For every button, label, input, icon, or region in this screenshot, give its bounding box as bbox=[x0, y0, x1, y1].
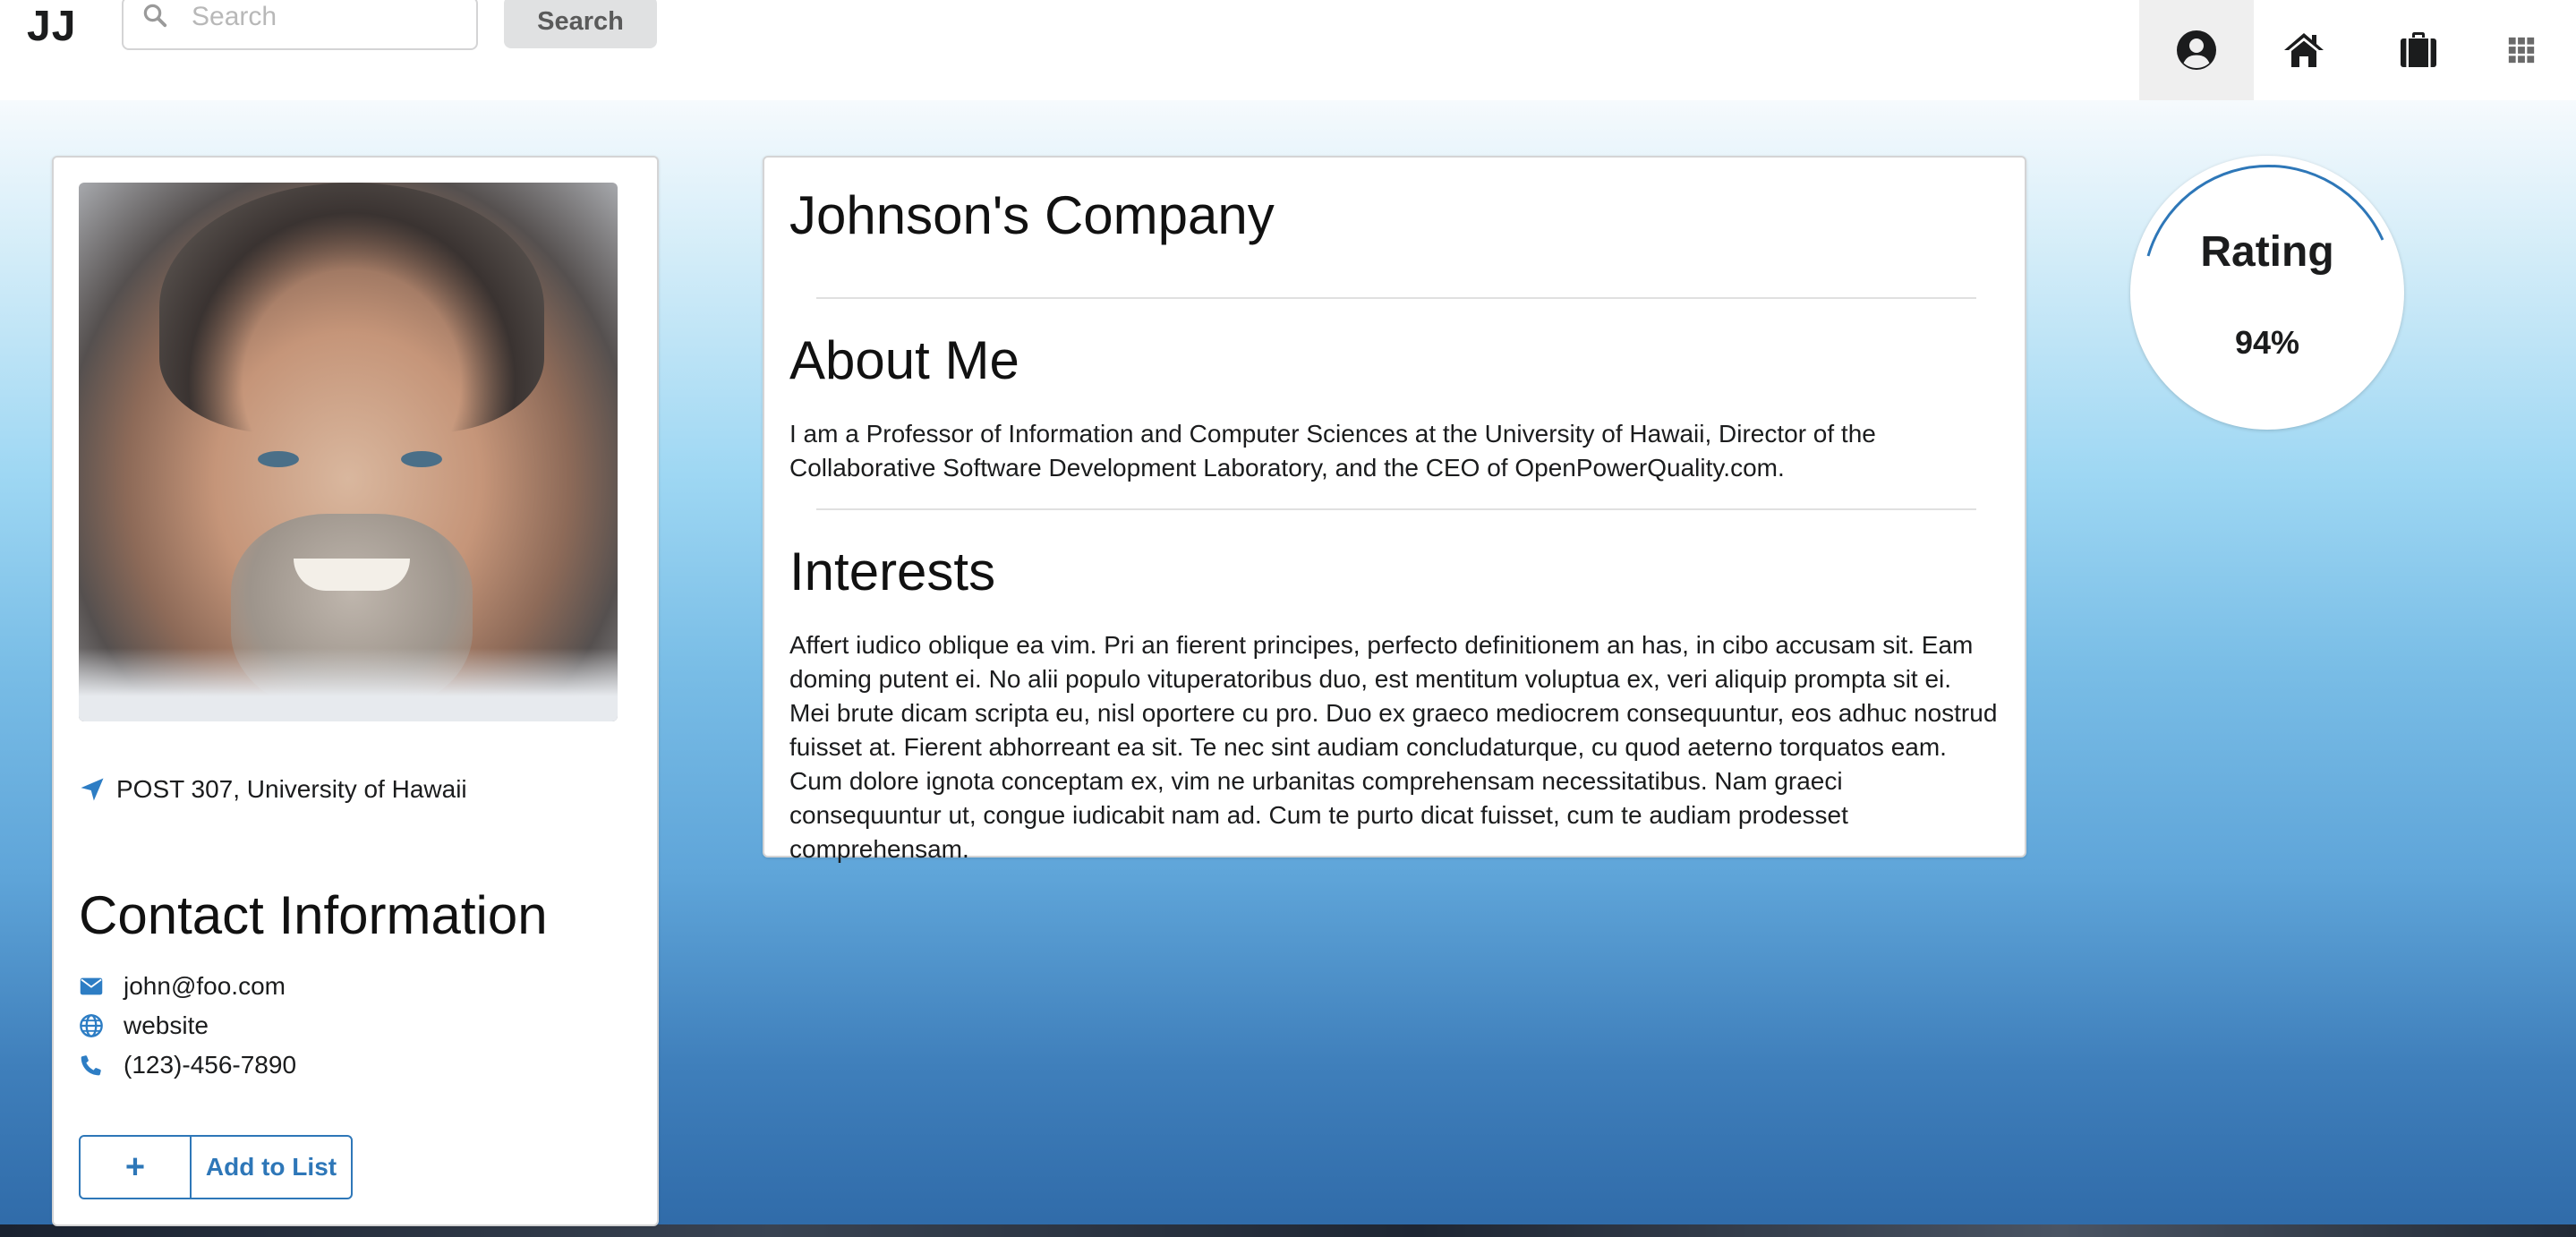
phone-number: (123)-456-7890 bbox=[124, 1051, 297, 1079]
about-text: I am a Professor of Information and Comp… bbox=[789, 420, 1876, 482]
website-link[interactable]: website bbox=[124, 1011, 209, 1040]
contact-title: Contact Information bbox=[79, 885, 548, 945]
divider bbox=[816, 508, 1976, 510]
user-circle-icon bbox=[2177, 30, 2216, 70]
location-arrow-icon bbox=[81, 778, 104, 801]
profile-card: POST 307, University of Hawaii Contact I… bbox=[52, 156, 659, 1226]
search-input[interactable] bbox=[190, 0, 462, 36]
company-title: Johnson's Company bbox=[789, 185, 1275, 245]
rating-arc bbox=[2146, 165, 2384, 257]
add-to-list-label: Add to List bbox=[205, 1153, 337, 1181]
brand-logo[interactable]: JJ bbox=[27, 2, 76, 51]
divider bbox=[816, 297, 1976, 299]
globe-icon bbox=[80, 1014, 103, 1037]
phone-row: (123)-456-7890 bbox=[79, 1051, 296, 1079]
about-card: Johnson's Company About Me I am a Profes… bbox=[763, 156, 2026, 863]
add-to-list-button[interactable]: + Add to List bbox=[79, 1135, 353, 1199]
location-text: POST 307, University of Hawaii bbox=[116, 775, 467, 803]
plus-icon: + bbox=[81, 1137, 192, 1198]
email-row: john@foo.com bbox=[79, 972, 286, 1001]
website-row: website bbox=[79, 1011, 209, 1040]
interests-title: Interests bbox=[789, 542, 996, 601]
interests-text: Affert iudico oblique ea vim. Pri an fie… bbox=[789, 631, 1998, 863]
briefcase-icon bbox=[2401, 32, 2436, 67]
nav-apps[interactable] bbox=[2467, 0, 2576, 100]
about-title: About Me bbox=[789, 330, 1019, 390]
home-icon bbox=[2284, 33, 2324, 67]
footer-strip bbox=[0, 1224, 2576, 1237]
phone-icon bbox=[81, 1055, 101, 1076]
email-link[interactable]: john@foo.com bbox=[124, 972, 286, 1001]
nav-profile[interactable] bbox=[2139, 0, 2254, 100]
grid-icon bbox=[2508, 37, 2535, 64]
rating-label: Rating bbox=[2200, 228, 2334, 276]
search-icon bbox=[143, 4, 167, 28]
nav-jobs[interactable] bbox=[2361, 0, 2476, 100]
envelope-icon bbox=[80, 977, 103, 995]
location-row: POST 307, University of Hawaii bbox=[79, 775, 467, 804]
rating-value: 94% bbox=[2234, 324, 2300, 361]
profile-photo bbox=[79, 183, 618, 721]
search-button[interactable]: Search bbox=[504, 0, 657, 48]
rating-widget: Rating 94% bbox=[2130, 156, 2404, 440]
search-box bbox=[122, 0, 478, 50]
nav-home[interactable] bbox=[2247, 0, 2361, 100]
top-navbar: JJ Search bbox=[0, 0, 2576, 100]
